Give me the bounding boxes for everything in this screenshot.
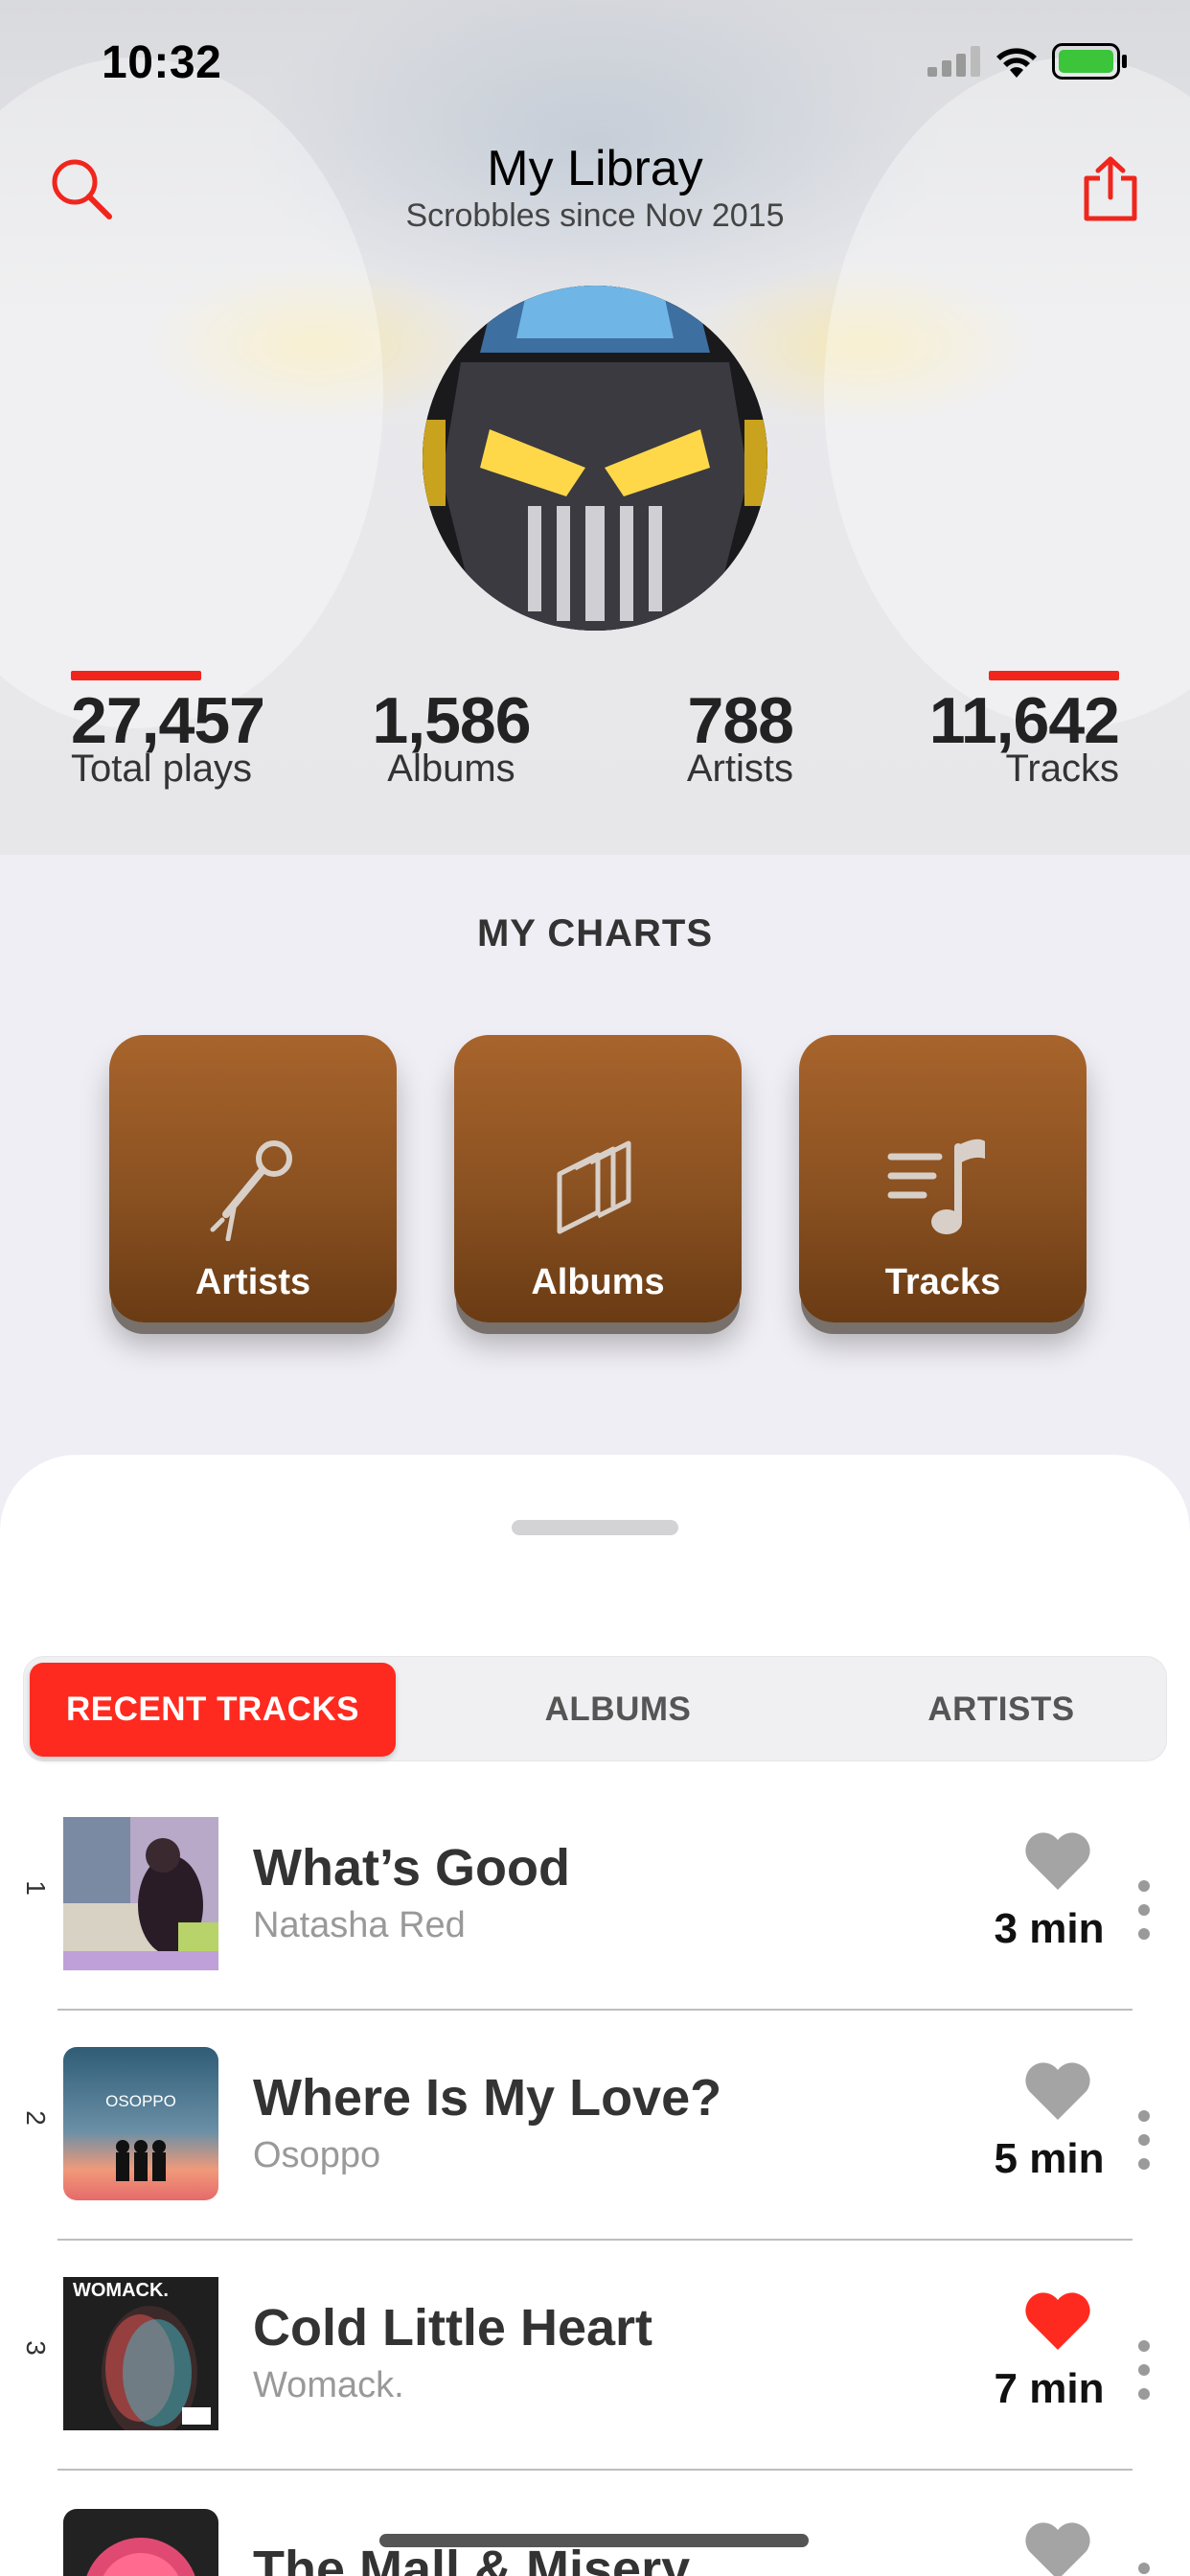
track-title: Cold Little Heart xyxy=(253,2299,653,2357)
avatar-image xyxy=(423,286,767,631)
album-art-text: WOMACK. xyxy=(73,2280,169,2301)
track-rank: 1 xyxy=(21,1880,51,1896)
stat-label: Total plays xyxy=(71,748,252,790)
stat-value: 1,586 xyxy=(372,684,531,757)
heart-icon[interactable] xyxy=(1023,2290,1092,2352)
more-options-icon[interactable] xyxy=(1133,2559,1156,2576)
status-time: 10:32 xyxy=(102,37,222,88)
stat-label: Albums xyxy=(387,748,515,790)
page-title: My Libray xyxy=(487,141,703,196)
track-row[interactable]: The Mall & Misery xyxy=(0,2471,1190,2576)
cellular-signal-icon xyxy=(927,46,980,77)
stat-artists[interactable]: 788 Artists xyxy=(671,671,794,790)
stat-albums[interactable]: 1,586 Albums xyxy=(372,671,531,788)
tab-artists[interactable]: ARTISTS xyxy=(810,1663,1190,1757)
stat-tracks[interactable]: 11,642 Tracks xyxy=(922,671,1120,788)
heart-icon[interactable] xyxy=(1023,2520,1092,2576)
chart-card-label: Albums xyxy=(531,1262,665,1302)
stat-label: Artists xyxy=(686,748,793,790)
wifi-icon xyxy=(996,48,1037,78)
track-duration: 7 min xyxy=(994,2365,1105,2412)
chart-card-label: Tracks xyxy=(884,1262,1001,1302)
heart-icon[interactable] xyxy=(1023,1830,1092,1892)
section-title: MY CHARTS xyxy=(476,912,714,954)
track-row[interactable]: 2 OSOPPO Where Is My Love? Osoppo 5 min xyxy=(0,2011,1190,2241)
tab-recent-tracks[interactable]: RECENT TRACKS xyxy=(30,1663,396,1757)
stat-highlight-bar xyxy=(989,671,1119,680)
chart-card-label: Artists xyxy=(195,1262,311,1302)
sheet-grabber[interactable] xyxy=(512,1520,678,1535)
stat-value: 788 xyxy=(687,684,794,757)
album-art-text: OSOPPO xyxy=(105,2092,176,2110)
track-rank: 3 xyxy=(21,2340,51,2356)
album-art: OSOPPO xyxy=(63,2047,218,2200)
chart-card-tracks[interactable]: Tracks xyxy=(799,1035,1087,1322)
more-options-icon[interactable] xyxy=(1133,2336,1156,2404)
stat-value: 11,642 xyxy=(928,684,1120,757)
home-indicator[interactable] xyxy=(379,2534,809,2547)
track-duration: 5 min xyxy=(994,2135,1105,2182)
stat-total-plays[interactable]: 27,457 Total plays xyxy=(71,671,265,790)
microphone-icon xyxy=(210,1140,292,1241)
chart-card-artists[interactable]: Artists xyxy=(109,1035,397,1322)
album-art xyxy=(63,1817,218,1970)
track-title: What’s Good xyxy=(253,1839,570,1897)
track-row[interactable]: 1 What’s Good Natasha Red 3 min xyxy=(0,1781,1190,2011)
tab-bar: RECENT TRACKS ALBUMS ARTISTS xyxy=(23,1656,1167,1761)
page-subtitle: Scrobbles since Nov 2015 xyxy=(405,197,785,234)
track-artist: Natasha Red xyxy=(253,1905,466,1945)
stat-value: 27,457 xyxy=(71,684,265,757)
track-artist: Osoppo xyxy=(253,2135,381,2175)
more-options-icon[interactable] xyxy=(1133,2106,1156,2174)
tab-albums[interactable]: ALBUMS xyxy=(426,1663,810,1757)
avatar[interactable] xyxy=(423,286,767,631)
chart-card-albums[interactable]: Albums xyxy=(454,1035,742,1322)
track-rank: 2 xyxy=(21,2110,51,2126)
battery-icon xyxy=(1052,43,1127,80)
track-title: Where Is My Love? xyxy=(253,2069,722,2127)
heart-icon[interactable] xyxy=(1023,2060,1092,2122)
album-art: WOMACK. xyxy=(63,2277,218,2430)
status-icons xyxy=(927,42,1129,80)
stat-highlight-bar xyxy=(71,671,201,680)
music-list-icon xyxy=(887,1138,985,1234)
more-options-icon[interactable] xyxy=(1133,1876,1156,1944)
album-art xyxy=(63,2509,218,2576)
track-duration: 3 min xyxy=(994,1905,1105,1952)
albums-stack-icon xyxy=(557,1140,631,1234)
track-artist: Womack. xyxy=(253,2365,404,2405)
track-row[interactable]: 3 WOMACK. Cold Little Heart Womack. 7 mi… xyxy=(0,2241,1190,2471)
